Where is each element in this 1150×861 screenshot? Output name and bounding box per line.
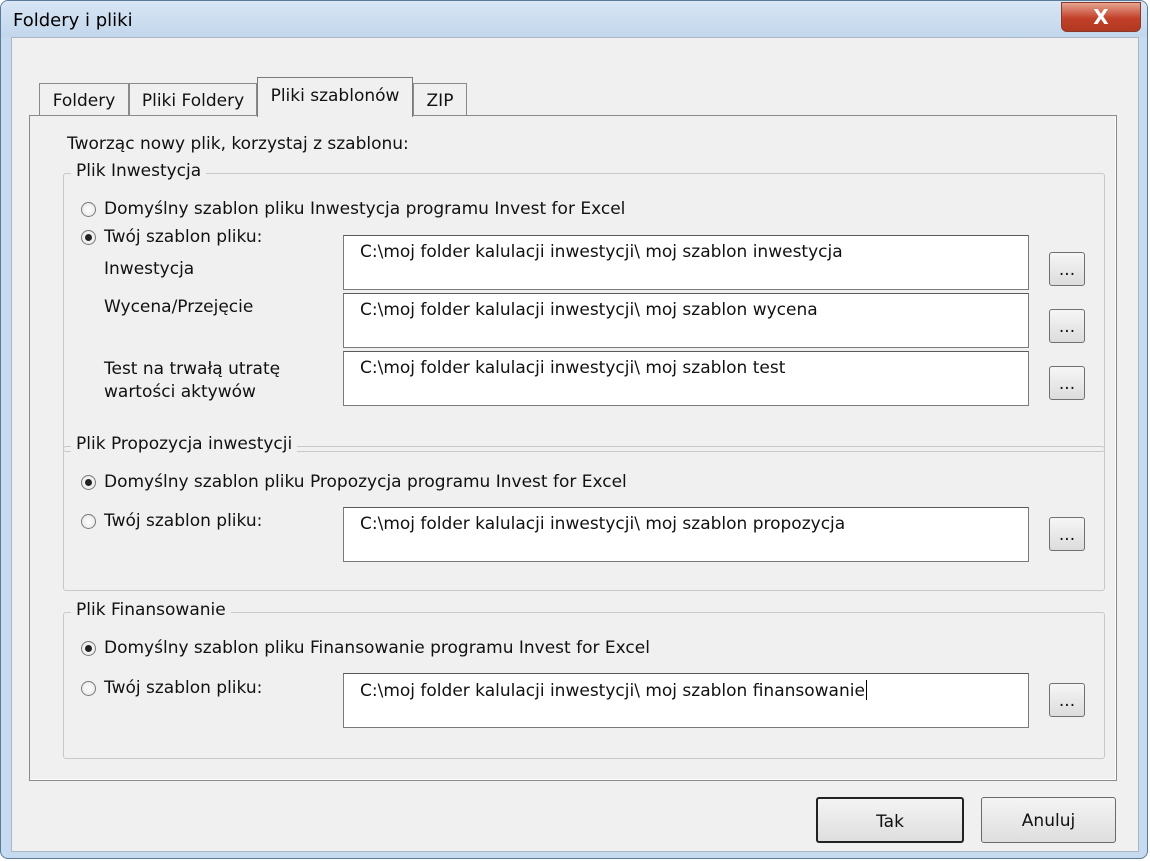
path-field-finansowanie-value: C:\moj folder kalulacji inwestycji\ moj …	[360, 681, 865, 701]
tab-label: Pliki Foldery	[141, 91, 245, 111]
path-field-test[interactable]: C:\moj folder kalulacji inwestycji\ moj …	[343, 351, 1029, 406]
radio-propozycja-custom[interactable]	[81, 514, 96, 529]
group-propozycja-legend: Plik Propozycja inwestycji	[71, 434, 298, 454]
text-caret	[865, 680, 867, 700]
browse-button-propozycja[interactable]: ...	[1049, 517, 1085, 551]
tab-label: Pliki szablonów	[270, 86, 400, 106]
browse-button-test[interactable]: ...	[1049, 366, 1085, 400]
radio-propozycja-default-label: Domyślny szablon pliku Propozycja progra…	[104, 472, 627, 492]
title-bar: Foldery i pliki X	[1, 1, 1147, 37]
path-field-wycena[interactable]: C:\moj folder kalulacji inwestycji\ moj …	[343, 293, 1029, 348]
radio-finansowanie-custom[interactable]	[81, 681, 96, 696]
close-icon: X	[1093, 5, 1109, 29]
radio-finansowanie-custom-label: Twój szablon pliku:	[104, 678, 263, 698]
radio-inwestycja-default[interactable]	[81, 202, 96, 217]
cancel-button[interactable]: Anuluj	[981, 797, 1116, 843]
browse-button-wycena[interactable]: ...	[1049, 309, 1085, 343]
label-wycena: Wycena/Przejęcie	[104, 297, 254, 317]
path-field-propozycja[interactable]: C:\moj folder kalulacji inwestycji\ moj …	[343, 507, 1029, 562]
browse-button-label: ...	[1058, 317, 1076, 337]
label-test-line2: wartości aktywów	[104, 382, 256, 402]
tab-label: Foldery	[52, 91, 116, 111]
ok-button[interactable]: Tak	[816, 797, 964, 843]
radio-inwestycja-default-label: Domyślny szablon pliku Inwestycja progra…	[104, 199, 626, 219]
browse-button-label: ...	[1058, 260, 1076, 280]
dialog-window: Foldery i pliki X Foldery Pliki Foldery …	[0, 0, 1148, 859]
browse-button-label: ...	[1058, 374, 1076, 394]
tab-zip[interactable]: ZIP	[413, 83, 467, 115]
path-field-finansowanie[interactable]: C:\moj folder kalulacji inwestycji\ moj …	[343, 673, 1029, 728]
label-test-line1: Test na trwałą utratę	[104, 359, 281, 379]
browse-button-finansowanie[interactable]: ...	[1049, 683, 1085, 717]
intro-text: Tworząc nowy plik, korzystaj z szablonu:	[67, 134, 409, 154]
tab-pliki-szablonow[interactable]: Pliki szablonów	[257, 77, 413, 117]
radio-propozycja-default[interactable]	[81, 475, 96, 490]
tab-pliki-foldery[interactable]: Pliki Foldery	[129, 83, 257, 115]
radio-finansowanie-default-label: Domyślny szablon pliku Finansowanie prog…	[104, 638, 650, 658]
browse-button-label: ...	[1058, 525, 1076, 545]
close-button[interactable]: X	[1061, 2, 1141, 32]
tab-label: ZIP	[426, 91, 454, 111]
radio-propozycja-custom-label: Twój szablon pliku:	[104, 511, 263, 531]
path-field-inwestycja[interactable]: C:\moj folder kalulacji inwestycji\ moj …	[343, 235, 1029, 290]
label-inwestycja: Inwestycja	[104, 259, 195, 279]
group-inwestycja-legend: Plik Inwestycja	[71, 161, 207, 181]
radio-inwestycja-custom-label: Twój szablon pliku:	[104, 227, 263, 247]
browse-button-label: ...	[1058, 691, 1076, 711]
window-title: Foldery i pliki	[13, 10, 133, 31]
cancel-button-label: Anuluj	[1021, 811, 1076, 831]
ok-button-label: Tak	[876, 812, 904, 832]
browse-button-inwestycja[interactable]: ...	[1049, 252, 1085, 286]
radio-finansowanie-default[interactable]	[81, 641, 96, 656]
group-finansowanie-legend: Plik Finansowanie	[71, 600, 231, 620]
tab-foldery[interactable]: Foldery	[39, 83, 129, 115]
radio-inwestycja-custom[interactable]	[81, 230, 96, 245]
